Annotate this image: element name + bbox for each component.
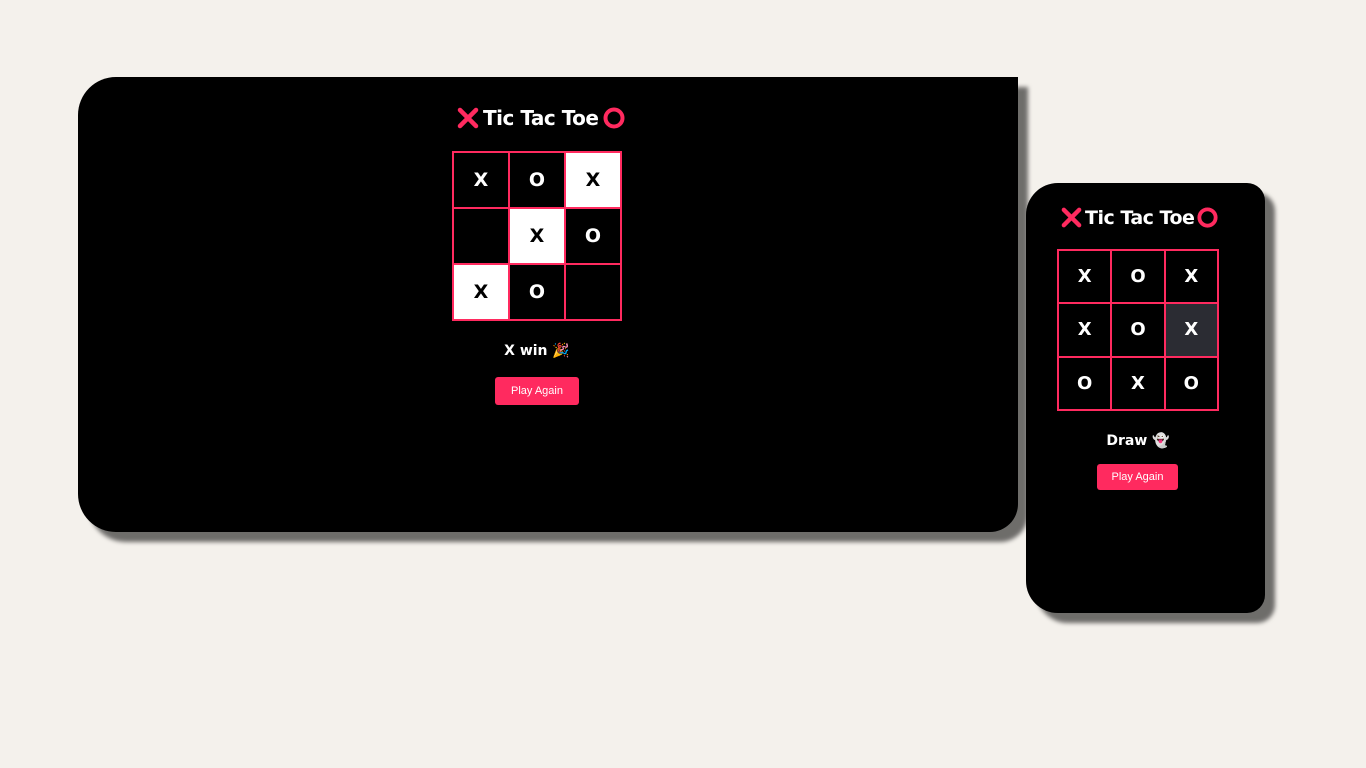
play-again-button[interactable]: Play Again <box>495 377 579 405</box>
title-text: Tic Tac Toe <box>1085 206 1195 229</box>
o-icon <box>602 106 626 130</box>
board-cell[interactable]: O <box>1058 356 1112 410</box>
x-icon <box>1060 206 1083 229</box>
board-cell[interactable]: O <box>509 264 565 320</box>
board-cell[interactable]: X <box>565 152 621 208</box>
board-cell[interactable]: X <box>453 264 509 320</box>
game-board: X O X X O X O <box>452 151 622 321</box>
board-cell[interactable]: X <box>1058 303 1112 357</box>
game-board: X O X X O X O X O <box>1057 249 1219 411</box>
board-cell[interactable]: X <box>509 208 565 264</box>
board-cell[interactable]: X <box>1058 250 1112 304</box>
board-cell[interactable] <box>453 208 509 264</box>
board-cell[interactable]: X <box>1164 250 1218 304</box>
game-status: X win 🎉 <box>504 343 570 359</box>
o-icon <box>1196 206 1219 229</box>
game-title: Tic Tac Toe <box>456 106 626 130</box>
board-cell[interactable]: O <box>509 152 565 208</box>
board-cell[interactable]: X <box>1164 303 1218 357</box>
board-cell[interactable] <box>565 264 621 320</box>
board-cell[interactable]: O <box>1111 250 1165 304</box>
board-cell[interactable]: X <box>1111 356 1165 410</box>
board-cell[interactable]: O <box>565 208 621 264</box>
board-cell[interactable]: O <box>1164 356 1218 410</box>
game-status: Draw 👻 <box>1106 433 1170 449</box>
mobile-frame: Tic Tac Toe X O X X O X O X O Draw 👻 Pla… <box>1026 183 1265 613</box>
game-title: Tic Tac Toe <box>1060 206 1219 229</box>
x-icon <box>456 106 480 130</box>
board-cell[interactable]: O <box>1111 303 1165 357</box>
play-again-button[interactable]: Play Again <box>1097 464 1178 490</box>
stage: Tic Tac Toe X O X X O X O X win 🎉 Play A… <box>0 0 1366 768</box>
board-cell[interactable]: X <box>453 152 509 208</box>
title-text: Tic Tac Toe <box>483 106 599 130</box>
desktop-frame: Tic Tac Toe X O X X O X O X win 🎉 Play A… <box>78 77 1018 532</box>
